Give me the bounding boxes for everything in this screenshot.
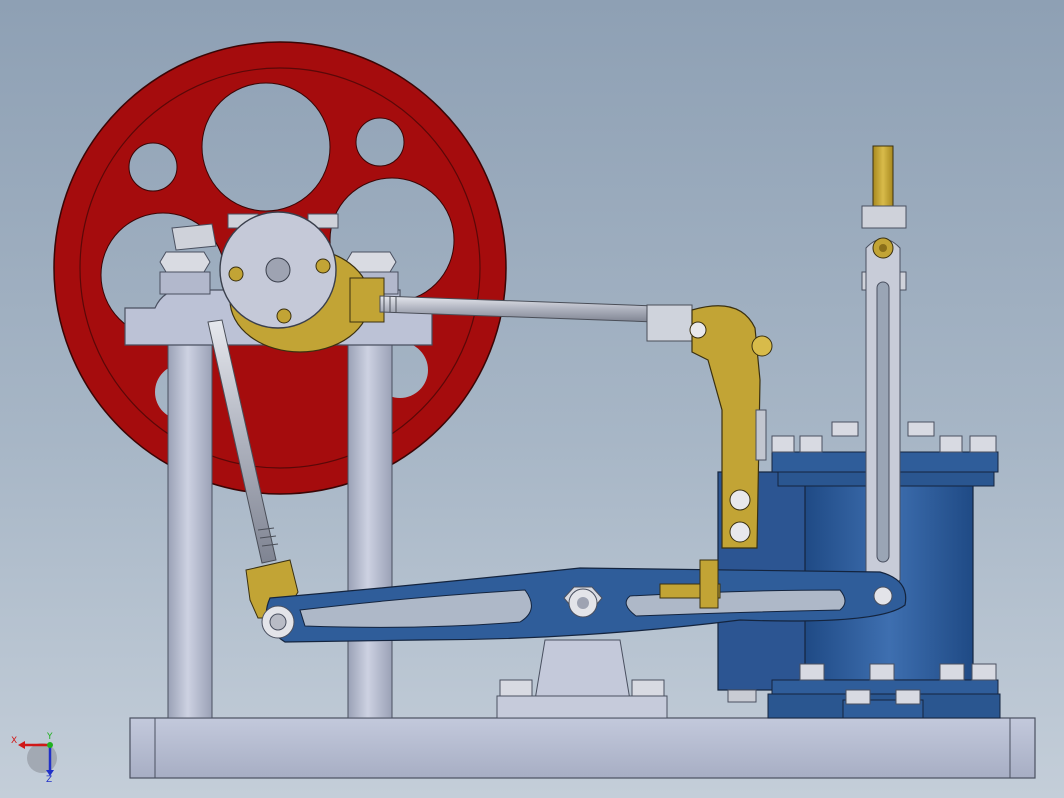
beam-pedestal[interactable] (496, 639, 668, 719)
base-plate[interactable] (129, 717, 1036, 779)
coordinate-triad (18, 741, 57, 776)
triad-x-label: X (11, 736, 18, 746)
triad-z-label: Z (46, 775, 53, 785)
y-axis-arrow (47, 742, 53, 748)
graphics-viewport[interactable]: X Y Z (0, 0, 1064, 798)
engine-assembly-model[interactable] (0, 0, 1064, 798)
valve-link[interactable] (865, 237, 901, 591)
crank-disc[interactable] (219, 211, 337, 329)
triad-y-label: Y (47, 732, 53, 742)
